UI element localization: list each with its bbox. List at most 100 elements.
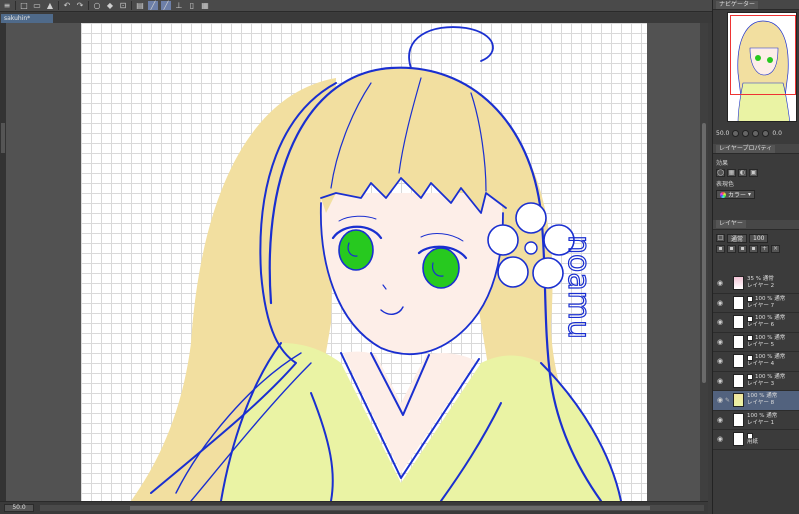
zoom-in-icon[interactable]	[742, 129, 750, 137]
circle-icon[interactable]: ○	[92, 1, 102, 10]
layer-color-icon[interactable]: ▣	[749, 169, 758, 177]
menu-icon[interactable]: ≡	[2, 1, 12, 10]
layer-list: ◉ 35 % 通常 レイヤー 2 ◉ 100 % 通常 レイヤー 7 ◉ 100 % 通常 レイ…	[713, 274, 799, 450]
layer-row[interactable]: ◉ 100 % 通常 レイヤー 4	[713, 352, 799, 372]
rotate-icon[interactable]	[762, 129, 770, 137]
navigator-zoom-value[interactable]: 50.0	[716, 130, 729, 137]
edit-target-icon[interactable]: ✎	[724, 397, 731, 404]
layer-row[interactable]: ◉ 100 % 通常 レイヤー 1	[713, 411, 799, 430]
visibility-eye-icon[interactable]: ◉	[716, 299, 724, 307]
layer-row[interactable]: ◉ 100 % 通常 レイヤー 7	[713, 294, 799, 313]
layer-mode-text: 100 % 通常	[747, 412, 778, 419]
tab-layer-property[interactable]: レイヤープロパティ	[716, 144, 776, 153]
tab-layers[interactable]: レイヤー	[716, 220, 746, 228]
pen-tool-icon[interactable]: ╱	[148, 1, 158, 10]
left-dock-handle[interactable]	[1, 123, 5, 153]
layer-row[interactable]: ◉ 用紙	[713, 430, 799, 450]
express-color-value: カラー	[728, 192, 747, 199]
layer-name: レイヤー 4	[747, 361, 775, 368]
visibility-eye-icon[interactable]: ◉	[716, 357, 724, 365]
canvas-area[interactable]: noamu	[6, 23, 706, 501]
visibility-eye-icon[interactable]: ◉	[716, 377, 724, 385]
layer-thumbnail	[733, 354, 744, 369]
marker-icon[interactable]: ╱	[161, 1, 171, 10]
navigator-preview[interactable]	[727, 12, 797, 122]
visibility-eye-icon[interactable]: ◉	[716, 279, 724, 287]
layer-color-mode-icon[interactable]: □	[716, 233, 725, 242]
open-icon[interactable]: ▭	[32, 1, 42, 10]
lock-icon[interactable]: ▪	[716, 244, 725, 253]
undo-icon[interactable]: ↶	[62, 1, 72, 10]
express-color-label: 表現色	[716, 181, 735, 188]
tab-navigator[interactable]: ナビゲーター	[716, 0, 759, 9]
horizontal-scroll-thumb[interactable]	[130, 506, 650, 510]
transform-icon[interactable]: ⊡	[118, 1, 128, 10]
layer-info: 100 % 通常 レイヤー 3	[747, 374, 785, 388]
layer-mode: 100 % 通常	[747, 413, 777, 420]
layer-info: 100 % 通常 レイヤー 5	[747, 335, 785, 349]
view-icon[interactable]: ▯	[187, 1, 197, 10]
layer-thumbnail	[733, 315, 744, 330]
new-icon[interactable]: □	[19, 1, 29, 10]
layer-mask-icon	[747, 296, 753, 303]
visibility-eye-icon[interactable]: ◉	[716, 318, 724, 326]
layer-mask-icon	[747, 374, 753, 381]
redo-icon[interactable]: ↷	[75, 1, 85, 10]
zoom-field[interactable]: 50.0	[4, 504, 34, 512]
navigator-controls: 50.0 0.0	[713, 122, 799, 144]
navigator-view-frame[interactable]	[730, 15, 796, 95]
border-effect-icon[interactable]: ◯	[716, 169, 725, 177]
opacity-value: 100	[753, 234, 765, 242]
fit-icon[interactable]	[752, 129, 760, 137]
clip-icon[interactable]: ▪	[727, 244, 736, 253]
signature-text: noamu	[561, 235, 596, 339]
fill-icon[interactable]: ◆	[105, 1, 115, 10]
drawing-canvas[interactable]: noamu	[81, 23, 647, 501]
draft-icon[interactable]: ▪	[749, 244, 758, 253]
blend-mode-select[interactable]: 通常	[727, 233, 748, 243]
layer-thumbnail	[733, 432, 744, 447]
layer-mode-text: 100 % 通常	[755, 354, 786, 361]
layer-row[interactable]: ◉ 100 % 通常 レイヤー 6	[713, 313, 799, 333]
tone-effect-icon[interactable]: ▦	[727, 169, 736, 177]
navigator-rotate-value[interactable]: 0.0	[772, 130, 782, 137]
zoom-out-icon[interactable]	[732, 129, 740, 137]
visibility-eye-icon[interactable]: ◉	[716, 416, 724, 424]
document-tab[interactable]: sakuhin*	[1, 14, 53, 23]
effect-icons: ◯ ▦ ◐ ▣	[716, 169, 796, 177]
horizontal-scrollbar[interactable]	[40, 505, 704, 511]
express-color-select[interactable]: カラー ▾	[716, 190, 756, 199]
vertical-scrollbar[interactable]	[700, 23, 708, 501]
layer-row[interactable]: ◉ 100 % 通常 レイヤー 5	[713, 333, 799, 352]
layer-thumbnail	[733, 334, 744, 349]
opacity-field[interactable]: 100	[749, 233, 769, 243]
illustration: noamu	[131, 26, 622, 501]
layer-row[interactable]: ◉ ✎ 100 % 通常 レイヤー 8	[713, 391, 799, 411]
layer-row[interactable]: ◉ 100 % 通常 レイヤー 3	[713, 372, 799, 391]
visibility-eye-icon[interactable]: ◉	[716, 338, 724, 346]
layer-icon[interactable]: ⊥	[174, 1, 184, 10]
visibility-eye-icon[interactable]: ◉	[716, 435, 724, 443]
vertical-scroll-thumb[interactable]	[702, 123, 706, 383]
layer-mask-icon	[747, 335, 753, 342]
blend-mode-value: 通常	[731, 235, 744, 243]
color-effect-icon[interactable]: ◐	[738, 169, 747, 177]
layer-name: レイヤー 8	[747, 400, 775, 407]
save-icon[interactable]: ▲	[45, 1, 55, 10]
layer-thumbnail	[733, 295, 744, 310]
layer-mode: 100 % 通常	[747, 315, 785, 322]
layer-mask-icon	[747, 354, 753, 361]
layer-name: レイヤー 6	[747, 322, 775, 329]
layer-mode: 100 % 通常	[747, 296, 785, 303]
layer-row[interactable]: ◉ 35 % 通常 レイヤー 2	[713, 274, 799, 294]
visibility-eye-icon[interactable]: ◉	[716, 396, 724, 404]
layer-thumbnail	[733, 373, 744, 388]
new-layer-icon[interactable]: +	[760, 244, 769, 253]
layer-name: レイヤー 2	[747, 283, 775, 290]
ruler-icon[interactable]: ▤	[135, 1, 145, 10]
reference-icon[interactable]: ▪	[738, 244, 747, 253]
layer-mode: 35 % 通常	[747, 276, 774, 283]
layer-mode-text: 35 % 通常	[747, 276, 774, 283]
grid-icon[interactable]: ▦	[200, 1, 210, 10]
delete-layer-icon[interactable]: ×	[771, 244, 780, 253]
